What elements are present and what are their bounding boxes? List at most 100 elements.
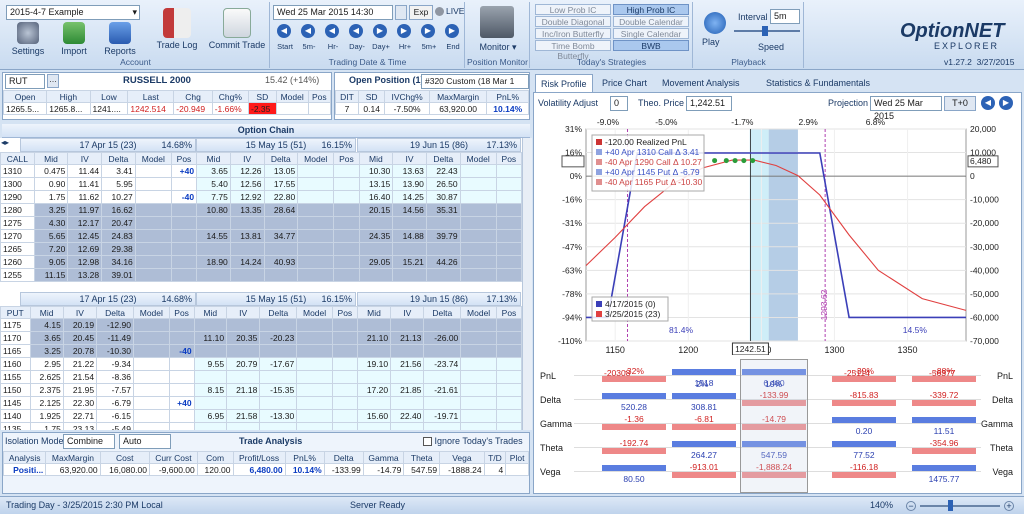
datetime-field[interactable]: Wed 25 Mar 2015 14:30 (273, 5, 393, 20)
chain-cell[interactable]: 3.25 (33, 203, 69, 217)
step-1-button[interactable]: ◀ (301, 24, 315, 38)
chain-cell[interactable]: -19.71 (423, 409, 462, 423)
chain-cell[interactable] (263, 216, 299, 230)
chain-cell[interactable] (392, 268, 427, 282)
chain-cell[interactable] (459, 255, 497, 269)
chain-cell[interactable] (390, 422, 425, 430)
chain-cell[interactable]: 15.60 (356, 409, 392, 423)
chain-cell[interactable] (459, 229, 497, 243)
trade-log-button[interactable]: Trade Log (150, 8, 204, 50)
expiration-header[interactable]: 19 Jun 15 (86) 17.13% (357, 292, 521, 306)
chain-cell[interactable]: 11.62 (67, 190, 103, 204)
chain-row[interactable]: 1140 1.925 22.71 -6.15 6.95 21.58 -13.30 15.60 2… (0, 409, 523, 423)
step-5-button[interactable]: ▶ (397, 24, 411, 38)
chain-cell[interactable] (333, 177, 360, 191)
chain-cell[interactable]: 21.58 (226, 409, 261, 423)
chain-cell[interactable]: 21.13 (390, 331, 425, 345)
chain-cell[interactable]: 21.10 (356, 331, 392, 345)
chain-cell[interactable] (134, 216, 172, 230)
chain-cell[interactable]: 13.35 (229, 203, 265, 217)
chain-cell[interactable] (495, 177, 523, 191)
chain-cell[interactable] (132, 318, 170, 332)
chain-row[interactable]: 1135 1.75 23.13 -5.49 (0, 422, 523, 430)
chain-cell[interactable]: 6.95 (193, 409, 228, 423)
chain-cell[interactable] (358, 242, 394, 256)
chain-cell[interactable] (193, 344, 228, 358)
chain-cell[interactable] (460, 344, 497, 358)
strategy-button[interactable]: Low Prob IC (535, 4, 611, 15)
chain-cell[interactable]: 34.16 (101, 255, 136, 269)
chain-cell[interactable] (495, 396, 523, 410)
chain-cell[interactable]: 3.65 (196, 164, 231, 178)
chain-cell[interactable] (263, 268, 299, 282)
chain-cell[interactable] (333, 255, 360, 269)
chain-cell[interactable] (460, 318, 497, 332)
chain-cell[interactable] (134, 164, 172, 178)
chain-cell[interactable] (331, 331, 358, 345)
chain-cell[interactable] (196, 242, 231, 256)
chain-row[interactable]: 1300 0.90 11.41 5.95 5.40 12.56 17.55 13.15 13.9… (0, 177, 523, 191)
chain-cell[interactable]: 1.75 (29, 422, 64, 430)
chain-cell[interactable] (134, 229, 172, 243)
chain-cell[interactable]: 30.87 (425, 190, 461, 204)
chain-cell[interactable]: 5.95 (101, 177, 136, 191)
chain-cell[interactable]: 14.55 (196, 229, 231, 243)
chain-cell[interactable] (168, 370, 195, 384)
chain-cell[interactable] (193, 370, 228, 384)
chain-cell[interactable] (132, 409, 170, 423)
chain-cell[interactable]: 12.92 (229, 190, 265, 204)
chain-cell[interactable] (168, 357, 195, 371)
chain-cell[interactable]: 13.90 (392, 177, 427, 191)
chain-cell[interactable] (333, 268, 360, 282)
chain-cell[interactable] (170, 242, 198, 256)
chain-cell[interactable]: 10.27 (101, 190, 136, 204)
chain-cell[interactable]: 11.15 (33, 268, 69, 282)
chain-cell[interactable]: -13.30 (259, 409, 298, 423)
chain-cell[interactable] (495, 229, 523, 243)
chain-cell[interactable]: 39.79 (425, 229, 461, 243)
chain-cell[interactable]: 20.15 (358, 203, 394, 217)
forward-arrow-icon[interactable]: ▶ (999, 96, 1013, 110)
chain-cell[interactable] (495, 216, 523, 230)
chain-row[interactable]: 1280 3.25 11.97 16.62 10.80 13.35 28.64 20.15 14… (0, 203, 523, 217)
chain-cell[interactable]: 0.90 (33, 177, 69, 191)
chain-cell[interactable]: 22.71 (62, 409, 98, 423)
chain-cell[interactable]: 0.475 (33, 164, 69, 178)
chain-cell[interactable] (495, 344, 523, 358)
step-7-button[interactable]: ▶ (445, 24, 459, 38)
chain-cell[interactable] (356, 396, 392, 410)
chain-cell[interactable] (425, 216, 461, 230)
step-6-button[interactable]: ▶ (421, 24, 435, 38)
settings-button[interactable]: Settings (4, 22, 52, 56)
chain-cell[interactable]: 11.44 (67, 164, 103, 178)
chain-cell[interactable] (333, 203, 360, 217)
chain-scrollbar[interactable] (522, 138, 532, 430)
chain-cell[interactable] (196, 268, 231, 282)
chain-cell[interactable]: 20.19 (62, 318, 98, 332)
chain-cell[interactable]: -23.74 (423, 357, 462, 371)
chain-cell[interactable] (296, 318, 333, 332)
zoom-slider-thumb[interactable] (948, 500, 953, 511)
chain-cell[interactable]: 22.40 (390, 409, 425, 423)
chain-cell[interactable] (297, 164, 335, 178)
chain-cell[interactable]: 13.63 (392, 164, 427, 178)
chain-cell[interactable]: 19.10 (356, 357, 392, 371)
chain-cell[interactable] (134, 177, 172, 191)
chain-cell[interactable]: -10.30 (96, 344, 134, 358)
step-0-button[interactable]: ◀ (277, 24, 291, 38)
chain-cell[interactable] (296, 344, 333, 358)
chain-cell[interactable] (297, 229, 335, 243)
expiration-header[interactable]: 15 May 15 (51) 16.15% (196, 138, 356, 152)
chain-cell[interactable] (495, 409, 523, 423)
chain-cell[interactable]: 20.78 (62, 344, 98, 358)
chain-cell[interactable] (168, 331, 195, 345)
chain-row[interactable]: 1265 7.20 12.69 29.38 (0, 242, 523, 256)
chain-cell[interactable] (259, 422, 298, 430)
chain-cell[interactable]: -8.36 (96, 370, 134, 384)
chain-cell[interactable] (229, 216, 265, 230)
chain-cell[interactable] (331, 318, 358, 332)
chain-cell[interactable] (495, 190, 523, 204)
chain-cell[interactable] (170, 203, 198, 217)
chain-cell[interactable]: 34.77 (263, 229, 299, 243)
chain-cell[interactable] (356, 422, 392, 430)
